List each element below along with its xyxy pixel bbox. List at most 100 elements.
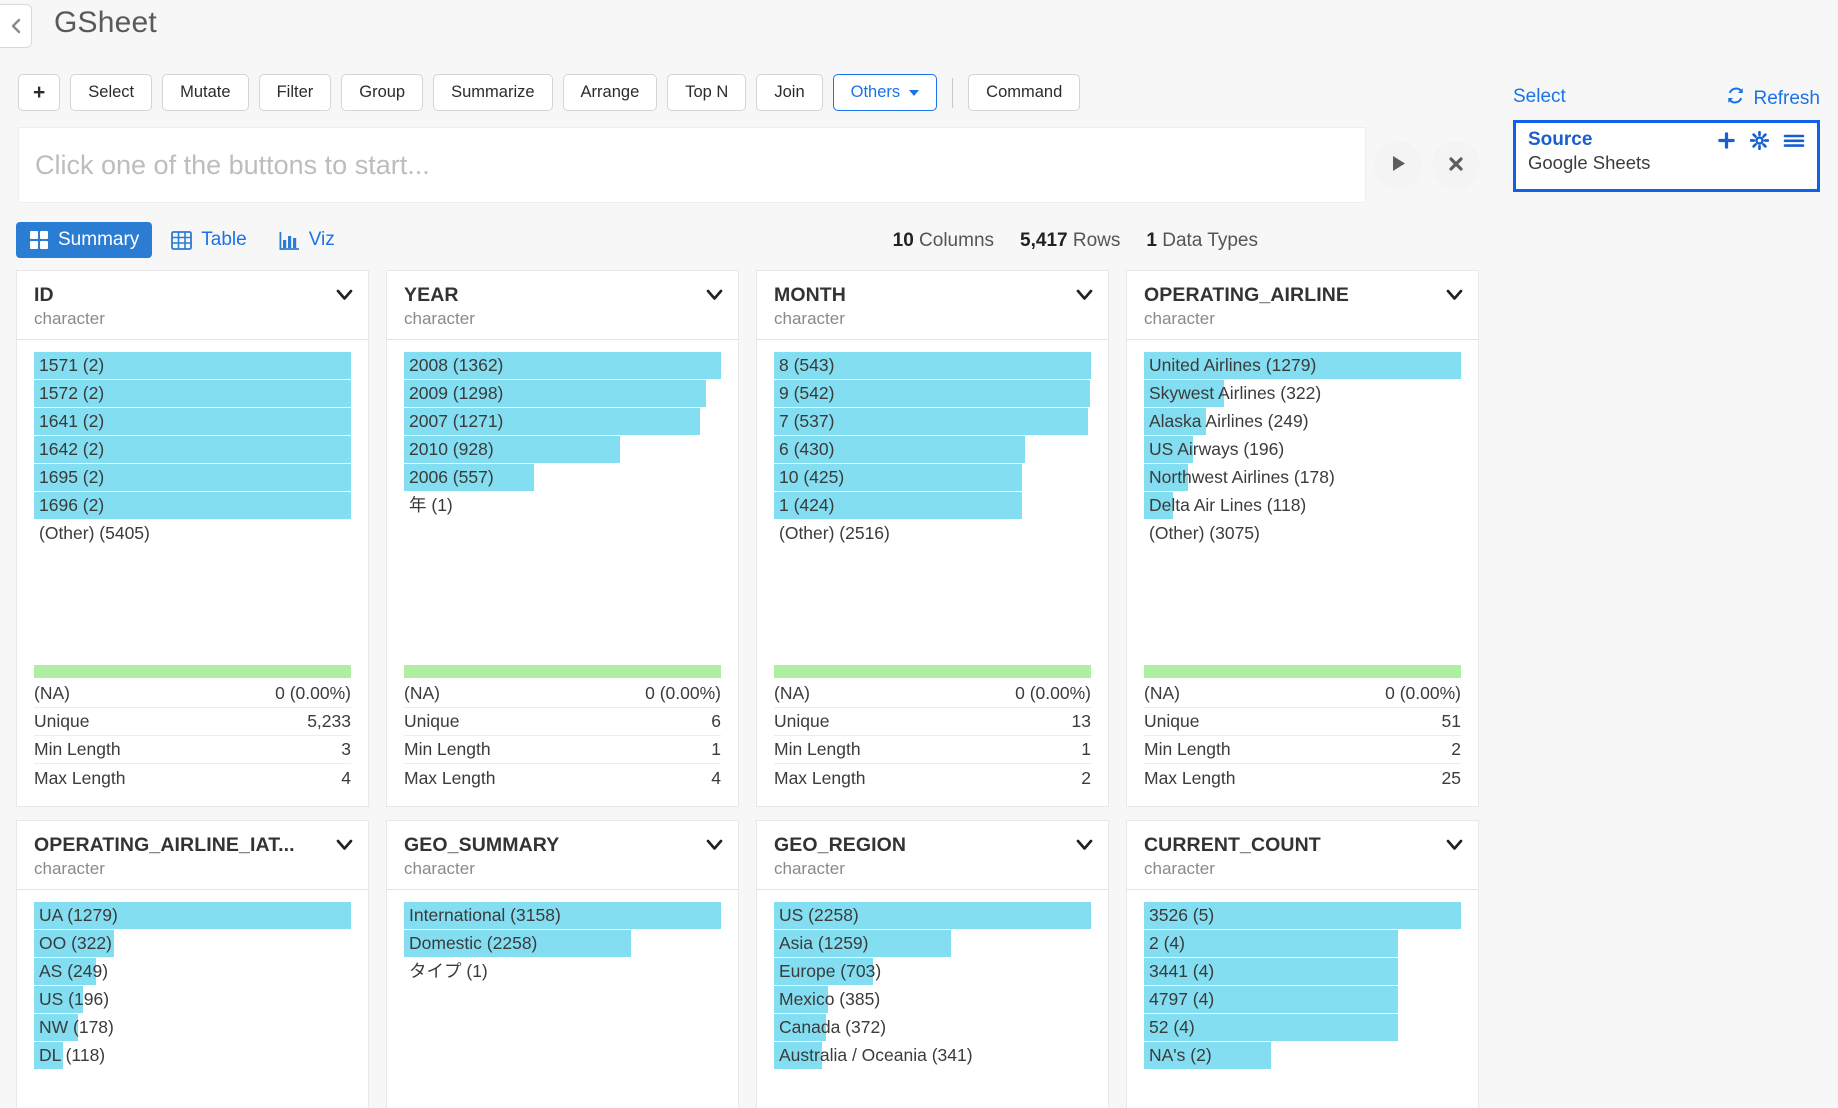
add-step-button-label: + <box>33 80 46 104</box>
add-step-button[interactable]: + <box>18 74 61 111</box>
level-row[interactable]: UA (1279) <box>34 902 351 930</box>
level-row[interactable]: US (196) <box>34 986 351 1014</box>
level-row[interactable]: NA's (2) <box>1144 1042 1461 1070</box>
source-refresh-link[interactable]: Refresh <box>1726 86 1820 111</box>
level-label: NW (178) <box>39 1017 114 1037</box>
level-row[interactable]: US Airways (196) <box>1144 436 1461 464</box>
summarize-button[interactable]: Summarize <box>433 74 553 111</box>
card-column-name: OPERATING_AIRLINE <box>1144 284 1350 306</box>
select-button[interactable]: Select <box>70 74 153 111</box>
card-header: OPERATING_AIRLINE character <box>1127 271 1478 340</box>
level-row[interactable]: 3526 (5) <box>1144 902 1461 930</box>
join-button[interactable]: Join <box>756 74 823 111</box>
level-row[interactable]: Delta Air Lines (118) <box>1144 492 1461 520</box>
level-label: (Other) (3075) <box>1149 523 1260 543</box>
source-card[interactable]: Source Google Sheets <box>1513 120 1820 192</box>
level-label: 1695 (2) <box>39 467 105 487</box>
level-row[interactable]: Alaska Airlines (249) <box>1144 408 1461 436</box>
chevron-down-icon[interactable] <box>1076 838 1093 856</box>
level-row[interactable]: DL (118) <box>34 1042 351 1070</box>
level-label: (Other) (5405) <box>39 523 150 543</box>
run-query-button[interactable] <box>1374 141 1422 189</box>
level-row[interactable]: Mexico (385) <box>774 986 1091 1014</box>
level-label: 52 (4) <box>1149 1017 1195 1037</box>
level-row[interactable]: Canada (372) <box>774 1014 1091 1042</box>
level-row[interactable]: International (3158) <box>404 902 721 930</box>
chevron-down-icon[interactable] <box>1446 838 1463 856</box>
level-row[interactable]: 8 (543) <box>774 352 1091 380</box>
level-row[interactable]: 2007 (1271) <box>404 408 721 436</box>
level-row[interactable]: タイプ (1) <box>404 958 721 986</box>
select-button-label: Select <box>88 83 135 101</box>
level-row[interactable]: 2 (4) <box>1144 930 1461 958</box>
level-row[interactable]: 10 (425) <box>774 464 1091 492</box>
filter-button[interactable]: Filter <box>258 74 332 111</box>
summary-card: MONTH character 8 (543) 9 (542) 7 (537) 6 (43… <box>756 270 1109 807</box>
level-row[interactable]: AS (249) <box>34 958 351 986</box>
level-row[interactable]: 2009 (1298) <box>404 380 721 408</box>
summary-card: GEO_REGION character US (2258) Asia (1259) E… <box>756 820 1109 1108</box>
level-label: United Airlines (1279) <box>1149 355 1317 375</box>
level-label: Asia (1259) <box>779 933 869 953</box>
chevron-down-icon[interactable] <box>706 838 723 856</box>
command-button[interactable]: Command <box>968 74 1081 111</box>
level-row[interactable]: 1641 (2) <box>34 408 351 436</box>
level-row[interactable]: 2006 (557) <box>404 464 721 492</box>
chevron-down-icon[interactable] <box>1446 288 1463 306</box>
stat-label: Unique <box>774 711 830 731</box>
gear-icon[interactable] <box>1750 130 1769 150</box>
level-row[interactable]: (Other) (3075) <box>1144 520 1461 548</box>
level-row[interactable]: 52 (4) <box>1144 1014 1461 1042</box>
mutate-button[interactable]: Mutate <box>162 74 249 111</box>
arrange-button[interactable]: Arrange <box>562 74 658 111</box>
level-row[interactable]: (Other) (5405) <box>34 520 351 548</box>
level-row[interactable]: 1695 (2) <box>34 464 351 492</box>
level-row[interactable]: 1571 (2) <box>34 352 351 380</box>
level-row[interactable]: Australia / Oceania (341) <box>774 1042 1091 1070</box>
chevron-down-icon[interactable] <box>1076 288 1093 306</box>
hamburger-icon[interactable] <box>1783 131 1805 150</box>
level-row[interactable]: 2008 (1362) <box>404 352 721 380</box>
group-button[interactable]: Group <box>341 74 424 111</box>
level-row[interactable]: 6 (430) <box>774 436 1091 464</box>
plus-icon[interactable] <box>1717 131 1736 150</box>
level-row[interactable]: 9 (542) <box>774 380 1091 408</box>
level-row[interactable]: 3441 (4) <box>1144 958 1461 986</box>
level-row[interactable]: US (2258) <box>774 902 1091 930</box>
stat-label: (NA) <box>34 683 70 703</box>
level-row[interactable]: Domestic (2258) <box>404 930 721 958</box>
level-row[interactable]: United Airlines (1279) <box>1144 352 1461 380</box>
level-row[interactable]: Northwest Airlines (178) <box>1144 464 1461 492</box>
chevron-down-icon[interactable] <box>336 288 353 306</box>
clear-query-button[interactable] <box>1432 141 1480 189</box>
source-select-link[interactable]: Select <box>1513 86 1566 108</box>
query-input[interactable] <box>19 128 1365 202</box>
level-row[interactable]: 1572 (2) <box>34 380 351 408</box>
tab-summary[interactable]: Summary <box>16 222 153 258</box>
toolbar: + Select Mutate Filter Group Summarize Arrange… <box>18 74 1081 111</box>
level-row[interactable]: 年 (1) <box>404 492 721 520</box>
level-row[interactable]: 7 (537) <box>774 408 1091 436</box>
others-button-label: Others <box>850 83 901 101</box>
level-row[interactable]: 1 (424) <box>774 492 1091 520</box>
table-icon <box>171 230 193 250</box>
level-row[interactable]: NW (178) <box>34 1014 351 1042</box>
level-row[interactable]: (Other) (2516) <box>774 520 1091 548</box>
chevron-down-icon[interactable] <box>336 838 353 856</box>
chevron-down-icon[interactable] <box>706 288 723 306</box>
level-row[interactable]: 4797 (4) <box>1144 986 1461 1014</box>
level-label: NA's (2) <box>1149 1045 1212 1065</box>
back-button[interactable] <box>0 4 32 48</box>
level-row[interactable]: Asia (1259) <box>774 930 1091 958</box>
level-label: 3526 (5) <box>1149 905 1215 925</box>
others-button[interactable]: Others <box>832 74 938 111</box>
level-row[interactable]: OO (322) <box>34 930 351 958</box>
level-row[interactable]: Europe (703) <box>774 958 1091 986</box>
top-n-button[interactable]: Top N <box>667 74 747 111</box>
tab-table[interactable]: Table <box>158 222 259 258</box>
tab-viz[interactable]: Viz <box>266 222 348 258</box>
level-row[interactable]: 1696 (2) <box>34 492 351 520</box>
level-row[interactable]: 2010 (928) <box>404 436 721 464</box>
level-row[interactable]: 1642 (2) <box>34 436 351 464</box>
level-row[interactable]: Skywest Airlines (322) <box>1144 380 1461 408</box>
